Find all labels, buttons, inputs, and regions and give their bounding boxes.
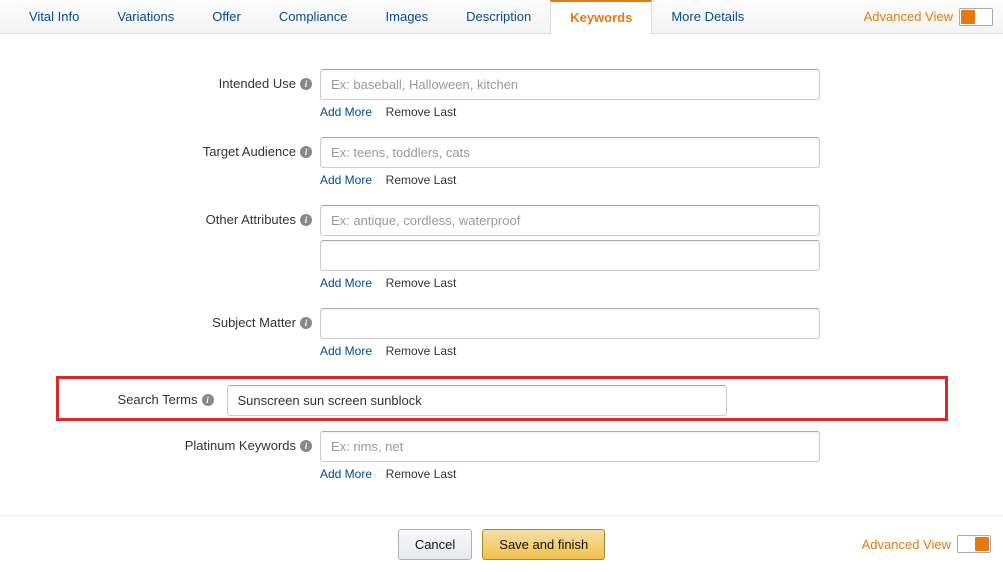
label-text: Subject Matter <box>212 315 296 330</box>
label-text: Target Audience <box>203 144 296 159</box>
label-text: Platinum Keywords <box>185 438 296 453</box>
tab-keywords[interactable]: Keywords <box>550 0 652 35</box>
remove-last-link[interactable]: Remove Last <box>386 276 457 290</box>
label-text: Search Terms <box>118 392 198 407</box>
add-more-link[interactable]: Add More <box>320 173 372 187</box>
toggle-knob <box>975 537 989 551</box>
remove-last-link[interactable]: Remove Last <box>386 344 457 358</box>
advanced-view-control: Advanced View <box>864 8 993 26</box>
tab-offer[interactable]: Offer <box>193 0 260 34</box>
search-terms-highlight: Search Terms i <box>56 376 948 421</box>
info-icon[interactable]: i <box>300 440 312 452</box>
input-platinum-keywords[interactable] <box>320 431 820 462</box>
remove-last-link[interactable]: Remove Last <box>386 105 457 119</box>
input-other-attributes-1[interactable] <box>320 205 820 236</box>
label-search-terms: Search Terms i <box>67 385 222 407</box>
info-icon[interactable]: i <box>300 317 312 329</box>
cancel-button[interactable]: Cancel <box>398 529 472 560</box>
info-icon[interactable]: i <box>300 214 312 226</box>
input-search-terms[interactable] <box>227 385 727 416</box>
label-other-attributes: Other Attributes i <box>0 205 320 227</box>
tab-variations[interactable]: Variations <box>98 0 193 34</box>
row-search-terms: Search Terms i <box>67 385 937 416</box>
tab-bar: Vital Info Variations Offer Compliance I… <box>0 0 1003 34</box>
input-subject-matter[interactable] <box>320 308 820 339</box>
tab-vital-info[interactable]: Vital Info <box>10 0 98 34</box>
add-more-link[interactable]: Add More <box>320 344 372 358</box>
row-other-attributes: Other Attributes i Add More Remove Last <box>0 205 1003 304</box>
tab-images[interactable]: Images <box>367 0 448 34</box>
remove-last-link[interactable]: Remove Last <box>386 467 457 481</box>
label-subject-matter: Subject Matter i <box>0 308 320 330</box>
tab-description[interactable]: Description <box>447 0 550 34</box>
input-other-attributes-2[interactable] <box>320 240 820 271</box>
label-text: Intended Use <box>219 76 296 91</box>
label-target-audience: Target Audience i <box>0 137 320 159</box>
label-text: Other Attributes <box>206 212 296 227</box>
label-intended-use: Intended Use i <box>0 69 320 91</box>
add-more-link[interactable]: Add More <box>320 276 372 290</box>
row-intended-use: Intended Use i Add More Remove Last <box>0 69 1003 133</box>
row-platinum-keywords: Platinum Keywords i Add More Remove Last <box>0 431 1003 485</box>
input-intended-use[interactable] <box>320 69 820 100</box>
info-icon[interactable]: i <box>300 78 312 90</box>
tab-more-details[interactable]: More Details <box>652 0 763 34</box>
input-target-audience[interactable] <box>320 137 820 168</box>
info-icon[interactable]: i <box>300 146 312 158</box>
advanced-view-control-footer: Advanced View <box>862 535 991 553</box>
row-target-audience: Target Audience i Add More Remove Last <box>0 137 1003 201</box>
advanced-view-label: Advanced View <box>864 9 953 24</box>
toggle-knob <box>961 10 975 24</box>
tab-compliance[interactable]: Compliance <box>260 0 367 34</box>
footer: Cancel Save and finish Advanced View <box>0 516 1003 572</box>
add-more-link[interactable]: Add More <box>320 467 372 481</box>
save-button[interactable]: Save and finish <box>482 529 605 560</box>
advanced-view-toggle-footer[interactable] <box>957 535 991 553</box>
add-more-link[interactable]: Add More <box>320 105 372 119</box>
info-icon[interactable]: i <box>202 394 214 406</box>
advanced-view-label: Advanced View <box>862 537 951 552</box>
remove-last-link[interactable]: Remove Last <box>386 173 457 187</box>
advanced-view-toggle[interactable] <box>959 8 993 26</box>
row-subject-matter: Subject Matter i Add More Remove Last <box>0 308 1003 372</box>
label-platinum-keywords: Platinum Keywords i <box>0 431 320 453</box>
form-area: Intended Use i Add More Remove Last Targ… <box>0 34 1003 509</box>
